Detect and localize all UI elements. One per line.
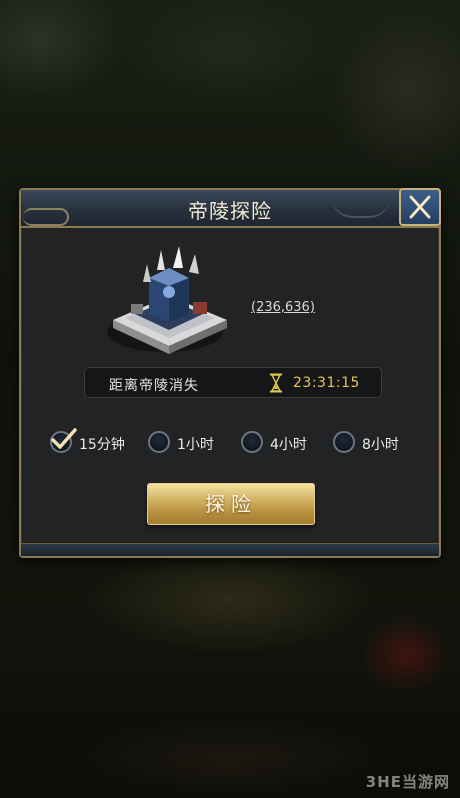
- radio-button[interactable]: [148, 431, 170, 453]
- option-label: 8小时: [362, 437, 399, 453]
- option-label: 15分钟: [79, 437, 125, 453]
- checkmark-icon: [51, 428, 77, 449]
- option-label: 1小时: [177, 437, 214, 453]
- dialog-footer: [21, 543, 439, 556]
- timer-value: 23:31:15: [293, 375, 360, 391]
- dialog-header: 帝陵探险: [21, 190, 439, 228]
- tomb-building-image: [107, 246, 227, 354]
- hourglass-icon: [270, 373, 282, 393]
- dialog-title: 帝陵探险: [188, 199, 272, 223]
- option-label: 4小时: [270, 437, 307, 453]
- radio-button[interactable]: [241, 431, 263, 453]
- site-watermark: 3HE当游网: [365, 773, 450, 791]
- timer-label: 距离帝陵消失: [109, 378, 199, 394]
- disappear-timer-bar: 距离帝陵消失 23:31:15: [84, 367, 382, 398]
- explore-button[interactable]: 探险: [147, 483, 315, 525]
- tomb-coordinates-link[interactable]: (236,636): [251, 300, 315, 315]
- close-icon: [409, 195, 431, 219]
- imperial-tomb-dialog: 帝陵探险 (236,636) 距离帝陵消失 23:31:15 15分钟 1小时 …: [19, 188, 441, 558]
- close-button[interactable]: [399, 188, 441, 226]
- radio-button[interactable]: [333, 431, 355, 453]
